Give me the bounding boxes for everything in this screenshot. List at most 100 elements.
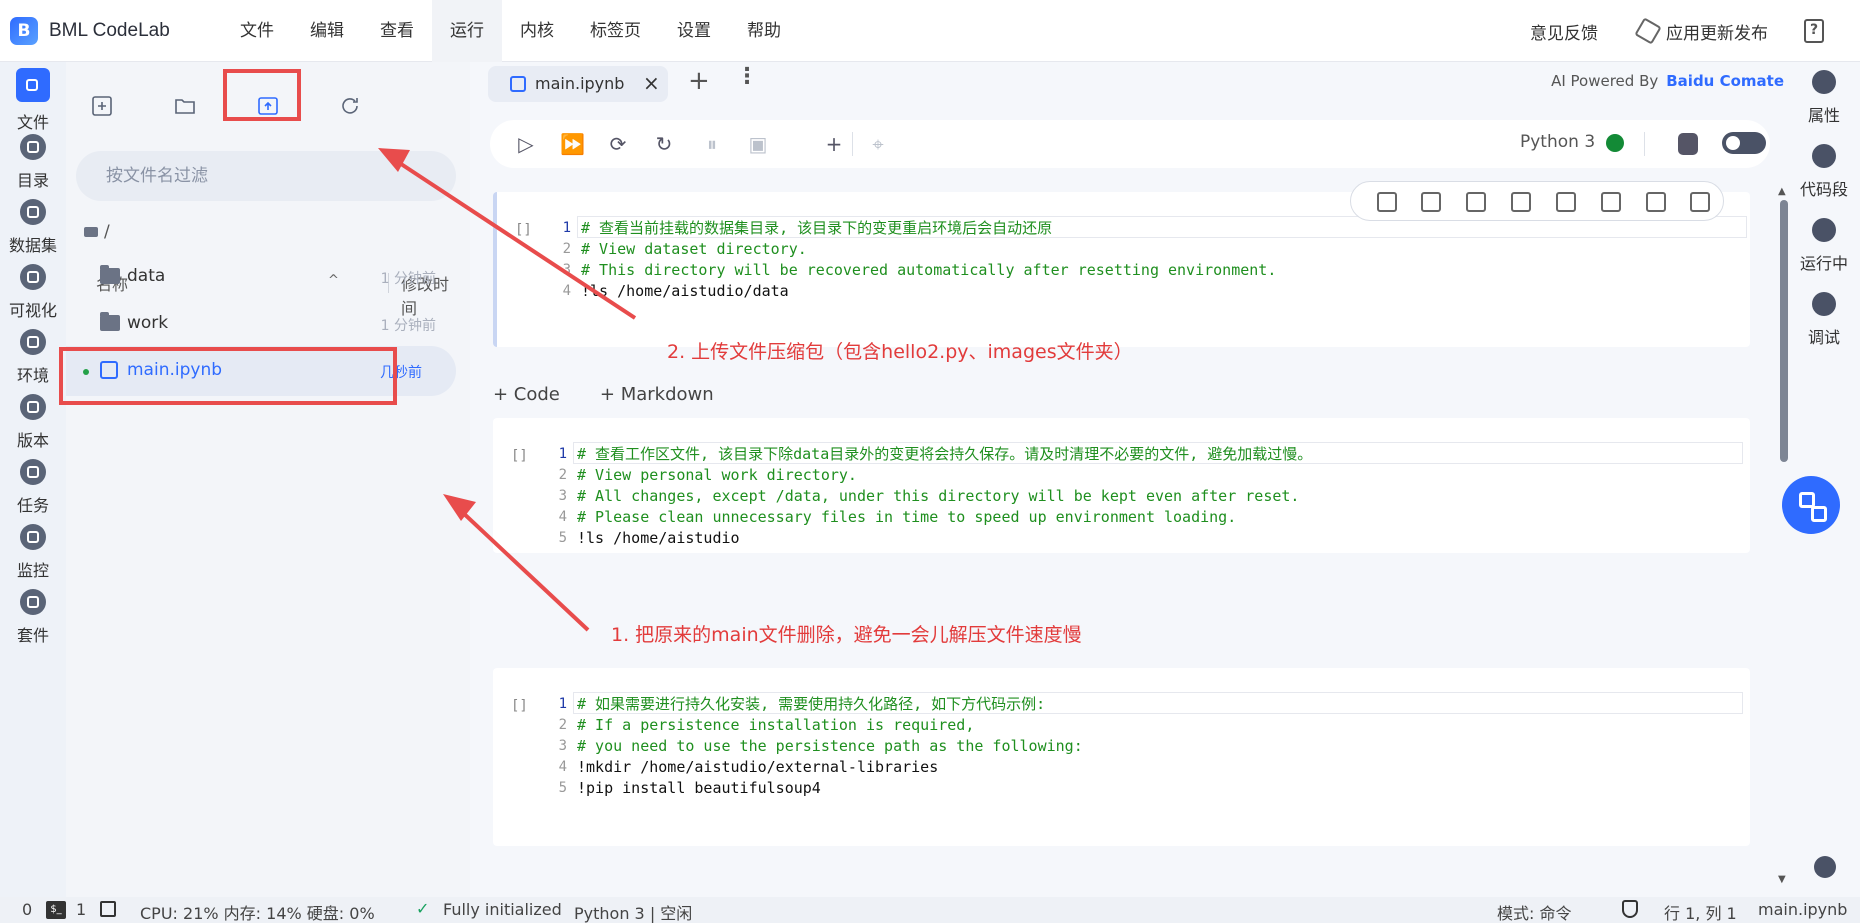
locate-icon[interactable]: ⌖ (866, 132, 890, 156)
new-folder-button[interactable] (169, 90, 201, 122)
rail-item-folder[interactable]: 文件 (0, 68, 66, 133)
menu-item[interactable]: 查看 (362, 0, 432, 62)
run-all-icon[interactable]: ⏩ (560, 132, 585, 156)
interrupt-icon[interactable]: ⏸ (700, 132, 724, 156)
run-icon[interactable]: ▷ (514, 132, 538, 156)
breadcrumb[interactable]: / (84, 222, 110, 242)
rail-item-suite[interactable]: 套件 (0, 589, 66, 646)
more-icon[interactable]: ⋮ (736, 64, 758, 89)
bookmark-icon[interactable] (1646, 192, 1666, 212)
run-restart-icon[interactable]: ⟳ (606, 132, 630, 156)
code-line[interactable]: 5 !ls /home/aistudio (493, 526, 1743, 551)
release-notes-link[interactable]: 应用更新发布 (1634, 17, 1768, 45)
file-filter-input[interactable]: 按文件名过滤 (76, 151, 456, 201)
file-modified-time: 1 分钟前 (380, 318, 436, 334)
save-icon[interactable]: ▣ (746, 132, 770, 156)
terminal-count[interactable]: 1 (76, 900, 86, 919)
scroll-up-icon[interactable]: ▲ (1778, 186, 1786, 197)
delete-icon[interactable] (1690, 192, 1710, 212)
add-cell-icon[interactable]: + (822, 132, 846, 156)
rail-label: 版本 (16, 431, 49, 450)
line-number: 5 (558, 530, 567, 546)
format-icon[interactable] (1511, 192, 1531, 212)
scroll-down-icon[interactable]: ▼ (1778, 874, 1786, 885)
kernel-status[interactable]: Python 3 | 空闲 (574, 900, 692, 923)
add-markdown-button[interactable]: + Markdown (600, 384, 714, 414)
scrollbar-thumb[interactable] (1780, 200, 1788, 462)
file-row[interactable]: data 1 分钟前 (66, 252, 470, 302)
new-tab-button[interactable]: + (688, 66, 710, 96)
move-up-icon[interactable] (1377, 192, 1397, 212)
split-cell-icon[interactable] (1421, 192, 1441, 212)
status-count[interactable]: 0 (22, 900, 32, 919)
dataset-icon (20, 199, 46, 225)
suite-icon (20, 589, 46, 615)
monitor-icon (20, 524, 46, 550)
feedback-link[interactable]: 意见反馈 (1530, 19, 1598, 44)
right-rail-item-snippet[interactable]: 代码段 (1788, 144, 1860, 200)
rail-item-monitor[interactable]: 监控 (0, 524, 66, 581)
terminal-icon[interactable]: $_ (46, 901, 66, 919)
menu-item[interactable]: 文件 (222, 0, 292, 62)
restart-icon[interactable]: ↻ (652, 132, 676, 156)
search-icon[interactable] (1814, 856, 1836, 878)
shield-icon[interactable] (1622, 900, 1638, 918)
add-code-button[interactable]: + Code (493, 384, 560, 414)
breadcrumb-root: / (104, 222, 110, 242)
folder-icon (100, 312, 120, 331)
menu-item[interactable]: 内核 (502, 0, 572, 62)
rail-item-task[interactable]: 任务 (0, 459, 66, 516)
main-menu: 文件 编辑 查看 运行 内核 标签页 设置 帮助 (222, 0, 799, 62)
rail-item-dataset[interactable]: 数据集 (0, 199, 66, 256)
ai-brand[interactable]: Baidu Comate (1666, 72, 1784, 90)
status-bar: 0 $_ 1 CPU: 21% 内存: 14% 硬盘: 0% ✓ Fully i… (0, 897, 1860, 923)
menu-item[interactable]: 标签页 (572, 0, 659, 62)
menu-item[interactable]: 运行 (432, 0, 502, 62)
rail-item-toc[interactable]: 目录 (0, 134, 66, 191)
right-rail-item-running[interactable]: 运行中 (1788, 218, 1860, 274)
tab-main-ipynb[interactable]: main.ipynb × (488, 66, 668, 102)
rail-item-environment[interactable]: 环境 (0, 329, 66, 386)
assistant-icon[interactable] (1678, 133, 1698, 155)
menu-item[interactable]: 设置 (659, 0, 729, 62)
file-browser-panel: 按文件名过滤 / 名称 ^ 修改时间 data 1 分钟前 work 1 分钟前 mai… (66, 62, 470, 897)
rail-label: 数据集 (8, 236, 57, 255)
insert-above-icon[interactable] (1556, 192, 1576, 212)
rail-label: 监控 (16, 561, 49, 580)
notebook-icon (510, 76, 526, 92)
code-text: !pip install beautifulsoup4 (577, 779, 821, 797)
add-cell-row: + Code + Markdown (493, 384, 754, 414)
menu-item[interactable]: 帮助 (729, 0, 799, 62)
code-cell[interactable]: [] 1 # 查看工作区文件, 该目录下除data目录外的变更将会持久保存。请及时清… (493, 418, 1750, 553)
help-icon[interactable]: ? (1804, 19, 1824, 43)
new-file-button[interactable] (86, 90, 118, 122)
code-line[interactable]: 5 !pip install beautifulsoup4 (493, 776, 1743, 801)
right-rail-item-gears[interactable]: 属性 (1788, 70, 1860, 126)
file-row[interactable]: work 1 分钟前 (66, 299, 470, 349)
cursor-position[interactable]: 行 1, 列 1 (1664, 900, 1737, 923)
notebook-toolbar: Python 3 ▷ ⏩ ⟳ ↻ ⏸ ▣ + ⌖ (490, 120, 1770, 168)
close-icon[interactable]: × (643, 71, 660, 95)
mode-indicator[interactable]: 模式: 命令 (1497, 900, 1571, 923)
refresh-button[interactable] (334, 90, 366, 122)
assistant-toggle[interactable] (1722, 132, 1766, 154)
insert-below-icon[interactable] (1601, 192, 1621, 212)
version-icon (20, 394, 46, 420)
kernel-name[interactable]: Python 3 (1520, 132, 1595, 152)
folder-icon (100, 265, 120, 284)
right-rail-item-debug[interactable]: 调试 (1788, 292, 1860, 348)
rail-item-chart[interactable]: 可视化 (0, 264, 66, 321)
app-logo[interactable]: B BML CodeLab (10, 17, 170, 45)
gears-icon (1812, 70, 1836, 94)
refresh-icon (342, 98, 358, 114)
rail-item-version[interactable]: 版本 (0, 394, 66, 451)
snippet-icon (1812, 144, 1836, 168)
switch-layout-button[interactable] (1782, 476, 1840, 534)
file-name: data (127, 266, 166, 286)
menu-item[interactable]: 编辑 (292, 0, 362, 62)
code-cell[interactable]: [] 1 # 如果需要进行持久化安装, 需要使用持久化路径, 如下方代码示例: 2 # … (493, 668, 1750, 846)
main-file-highlight-box (59, 347, 397, 405)
markdown-icon[interactable] (1466, 192, 1486, 212)
right-rail-label: 调试 (1807, 328, 1840, 347)
code-line[interactable]: 4 !ls /home/aistudio/data (497, 279, 1747, 304)
